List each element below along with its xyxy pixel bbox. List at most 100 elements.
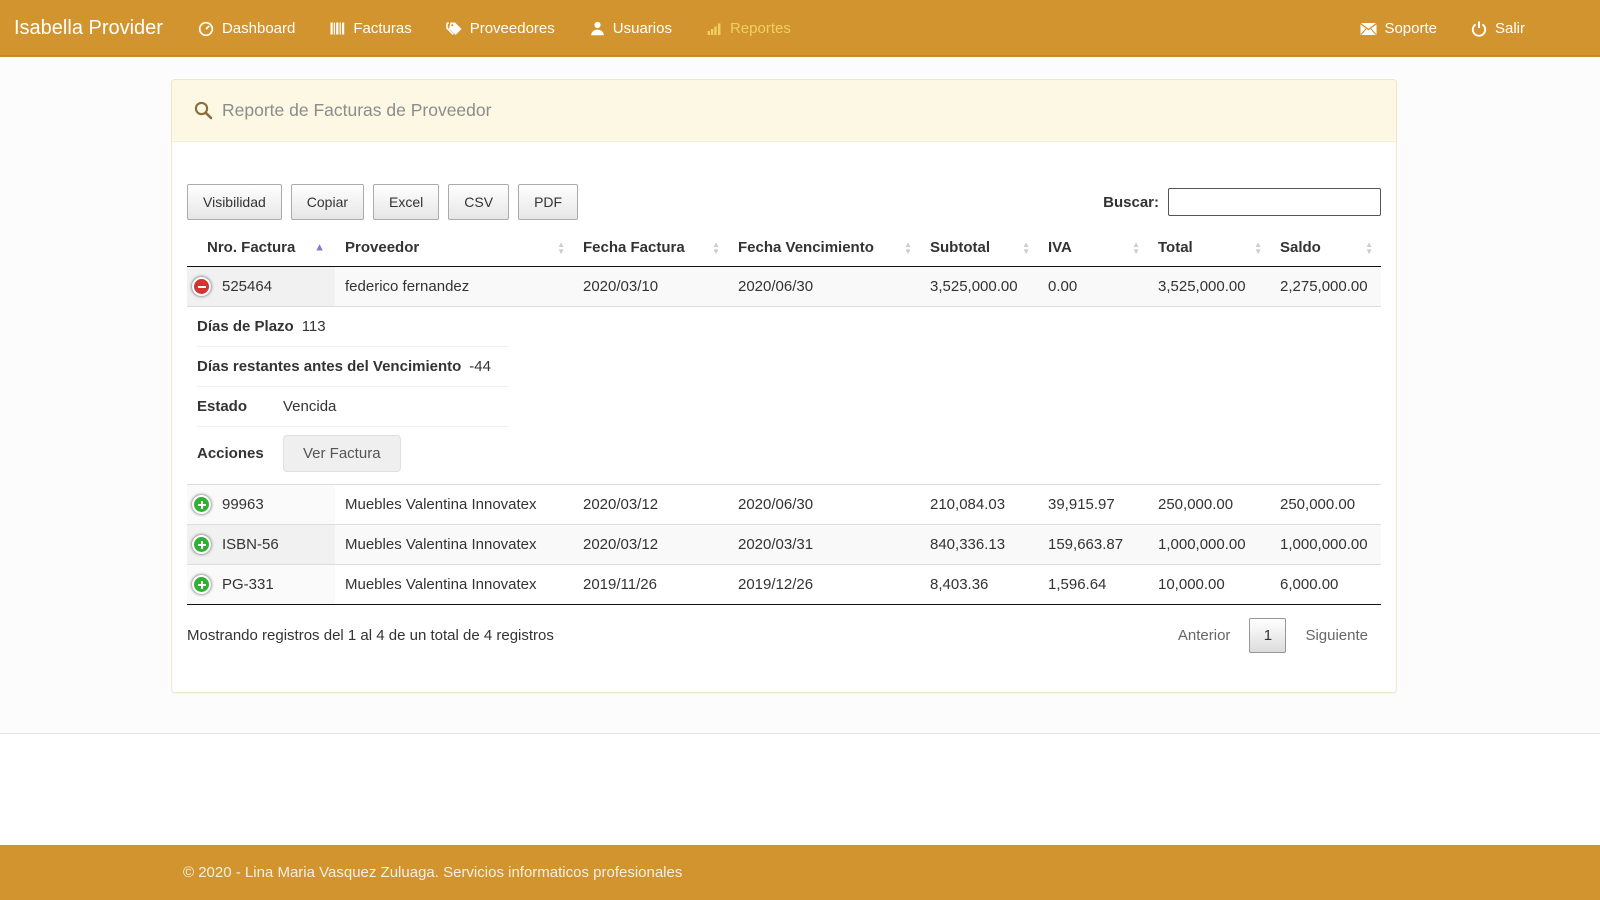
- invoices-table: Nro. Factura▲ Proveedor▲▼ Fecha Factura▲…: [187, 229, 1381, 605]
- sort-icons: ▲▼: [904, 241, 912, 255]
- nav-item-reportes[interactable]: Reportes: [689, 0, 808, 57]
- table-footer: Mostrando registros del 1 al 4 de un tot…: [187, 618, 1381, 653]
- detail-value: 113: [302, 318, 326, 335]
- cell-proveedor: federico fernandez: [335, 267, 573, 307]
- cell-subtotal: 8,403.36: [920, 565, 1038, 605]
- barcode-icon: [329, 20, 346, 37]
- nav-item-label: Reportes: [730, 20, 791, 37]
- column-header-saldo[interactable]: Saldo▲▼: [1270, 229, 1381, 267]
- cell-saldo: 1,000,000.00: [1270, 525, 1381, 565]
- copy-button[interactable]: Copiar: [291, 184, 364, 220]
- next-page-button[interactable]: Siguiente: [1292, 619, 1381, 652]
- cell-total: 250,000.00: [1148, 485, 1270, 525]
- power-icon: [1471, 20, 1488, 37]
- cell-iva: 0.00: [1038, 267, 1148, 307]
- search-input[interactable]: [1168, 188, 1381, 216]
- cell-total: 10,000.00: [1148, 565, 1270, 605]
- nav-item-usuarios[interactable]: Usuarios: [572, 0, 689, 57]
- nav-item-dashboard[interactable]: Dashboard: [181, 0, 312, 57]
- search-wrap: Buscar:: [1103, 188, 1381, 216]
- column-header-total[interactable]: Total▲▼: [1148, 229, 1270, 267]
- column-header-fecha-vencimiento[interactable]: Fecha Vencimiento▲▼: [728, 229, 920, 267]
- sort-asc-icon: ▲: [314, 242, 325, 253]
- table-toolbar: Visibilidad Copiar Excel CSV PDF Buscar:: [187, 184, 1381, 220]
- cell-subtotal: 3,525,000.00: [920, 267, 1038, 307]
- view-invoice-button[interactable]: Ver Factura: [283, 435, 401, 472]
- column-header-proveedor[interactable]: Proveedor▲▼: [335, 229, 573, 267]
- cell-iva: 159,663.87: [1038, 525, 1148, 565]
- current-page-button[interactable]: 1: [1249, 618, 1286, 653]
- footer-divider: [0, 733, 1600, 845]
- cell-fecha-factura: 2019/11/26: [573, 565, 728, 605]
- navbar: Isabella Provider Dashboard Facturas Pro…: [0, 0, 1600, 57]
- detail-value: -44: [469, 358, 491, 375]
- search-icon: [194, 101, 213, 120]
- expand-row-icon[interactable]: [192, 535, 211, 554]
- export-buttons: Visibilidad Copiar Excel CSV PDF: [187, 184, 578, 220]
- nav-item-label: Soporte: [1384, 20, 1437, 37]
- column-header-iva[interactable]: IVA▲▼: [1038, 229, 1148, 267]
- nav-item-salir[interactable]: Salir: [1454, 0, 1542, 57]
- detail-item-acciones: Acciones Ver Factura: [197, 427, 509, 480]
- column-header-subtotal[interactable]: Subtotal▲▼: [920, 229, 1038, 267]
- bar-chart-icon: [706, 20, 723, 37]
- cell-proveedor: Muebles Valentina Innovatex: [335, 485, 573, 525]
- detail-item-dias-restantes: Días restantes antes del Vencimiento -44: [197, 347, 509, 387]
- visibility-button[interactable]: Visibilidad: [187, 184, 282, 220]
- cell-fecha-factura: 2020/03/12: [573, 525, 728, 565]
- table-row: 99963 Muebles Valentina Innovatex 2020/0…: [187, 485, 1381, 525]
- cell-proveedor: Muebles Valentina Innovatex: [335, 525, 573, 565]
- main-container: Reporte de Facturas de Proveedor Visibil…: [171, 79, 1397, 693]
- nav-item-proveedores[interactable]: Proveedores: [429, 0, 572, 57]
- search-label: Buscar:: [1103, 194, 1159, 211]
- brand[interactable]: Isabella Provider: [14, 17, 163, 40]
- row-detail-list: Días de Plazo 113 Días restantes antes d…: [197, 307, 509, 480]
- sort-icons: ▲▼: [712, 241, 720, 255]
- table-row: PG-331 Muebles Valentina Innovatex 2019/…: [187, 565, 1381, 605]
- cell-fecha-factura: 2020/03/12: [573, 485, 728, 525]
- cell-total: 3,525,000.00: [1148, 267, 1270, 307]
- cell-nro-factura: PG-331: [187, 565, 335, 605]
- nav-item-label: Dashboard: [222, 20, 295, 37]
- report-panel: Reporte de Facturas de Proveedor Visibil…: [171, 79, 1397, 693]
- nav-item-soporte[interactable]: Soporte: [1343, 0, 1454, 57]
- cell-fecha-vencimiento: 2020/06/30: [728, 485, 920, 525]
- sort-icons: ▲▼: [1022, 241, 1030, 255]
- column-header-nro-factura[interactable]: Nro. Factura▲: [187, 229, 335, 267]
- cell-nro-factura: 99963: [187, 485, 335, 525]
- excel-button[interactable]: Excel: [373, 184, 439, 220]
- cell-fecha-vencimiento: 2019/12/26: [728, 565, 920, 605]
- copyright-text: © 2020 - Lina Maria Vasquez Zuluaga. Ser…: [183, 864, 682, 881]
- previous-page-button[interactable]: Anterior: [1165, 619, 1244, 652]
- sort-icons: ▲▼: [1365, 241, 1373, 255]
- panel-body: Visibilidad Copiar Excel CSV PDF Buscar:: [172, 142, 1396, 692]
- nav-item-label: Proveedores: [470, 20, 555, 37]
- detail-item-estado: Estado Vencida: [197, 387, 509, 427]
- nav-item-label: Salir: [1495, 20, 1525, 37]
- csv-button[interactable]: CSV: [448, 184, 509, 220]
- column-header-fecha-factura[interactable]: Fecha Factura▲▼: [573, 229, 728, 267]
- panel-heading: Reporte de Facturas de Proveedor: [172, 80, 1396, 142]
- dashboard-icon: [198, 20, 215, 37]
- table-row: 525464 federico fernandez 2020/03/10 202…: [187, 267, 1381, 307]
- cell-subtotal: 210,084.03: [920, 485, 1038, 525]
- envelope-icon: [1360, 20, 1377, 37]
- pagination: Anterior 1 Siguiente: [1165, 618, 1381, 653]
- table-header-row: Nro. Factura▲ Proveedor▲▼ Fecha Factura▲…: [187, 229, 1381, 267]
- records-info: Mostrando registros del 1 al 4 de un tot…: [187, 627, 554, 644]
- page-footer: © 2020 - Lina Maria Vasquez Zuluaga. Ser…: [0, 845, 1600, 900]
- nav-item-label: Facturas: [353, 20, 411, 37]
- navbar-right: Soporte Salir: [1343, 0, 1542, 57]
- expand-row-icon[interactable]: [192, 575, 211, 594]
- cell-saldo: 6,000.00: [1270, 565, 1381, 605]
- row-detail-panel: Días de Plazo 113 Días restantes antes d…: [187, 307, 1381, 485]
- pdf-button[interactable]: PDF: [518, 184, 578, 220]
- collapse-row-icon[interactable]: [192, 277, 211, 296]
- user-icon: [589, 20, 606, 37]
- cell-nro-factura: 525464: [187, 267, 335, 307]
- nav-item-label: Usuarios: [613, 20, 672, 37]
- detail-item-dias-plazo: Días de Plazo 113: [197, 307, 509, 347]
- nav-item-facturas[interactable]: Facturas: [312, 0, 428, 57]
- expand-row-icon[interactable]: [192, 495, 211, 514]
- cell-iva: 39,915.97: [1038, 485, 1148, 525]
